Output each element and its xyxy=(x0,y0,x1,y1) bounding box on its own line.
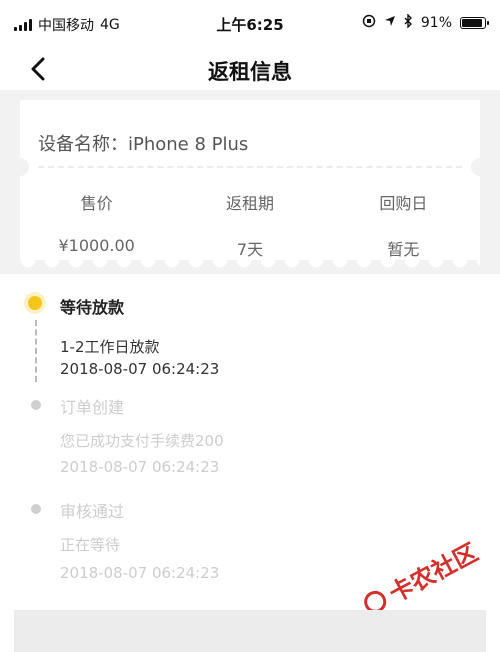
status-bar: 中国移动 4G 上午6:25 91% xyxy=(0,0,500,48)
detail-value: 7天 xyxy=(236,240,264,259)
detail-value: 暂无 xyxy=(387,240,420,259)
battery-percent: 91% xyxy=(420,15,452,31)
detail-buyback-date: 回购日 暂无 xyxy=(327,190,480,260)
detail-value: ¥1000.00 xyxy=(58,236,135,255)
status-right: 91% xyxy=(362,13,489,32)
bluetooth-icon xyxy=(404,13,413,32)
nav-bar: 返租信息 xyxy=(0,48,500,90)
timeline-connector xyxy=(35,320,37,382)
page-title: 返租信息 xyxy=(208,60,292,84)
card-notch-right xyxy=(471,158,489,176)
detail-price: 售价 ¥1000.00 xyxy=(20,190,173,260)
device-card: 设备名称：iPhone 8 Plus 售价 ¥1000.00 返租期 7天 回购… xyxy=(11,100,489,260)
detail-label: 回购日 xyxy=(379,194,428,213)
card-notch-left xyxy=(11,158,29,176)
device-label: 设备名称： xyxy=(38,134,128,155)
battery-icon xyxy=(460,17,489,29)
timeline-title: 审核通过 xyxy=(60,502,125,521)
location-icon xyxy=(384,15,396,31)
card-scallop-edge xyxy=(20,260,480,268)
timeline-desc: 正在等待 xyxy=(60,536,121,554)
device-name: 设备名称：iPhone 8 Plus xyxy=(38,130,248,156)
detail-label: 售价 xyxy=(80,194,113,213)
device-value: iPhone 8 Plus xyxy=(128,134,249,155)
detail-lease-period: 返租期 7天 xyxy=(173,190,326,260)
timeline-dot-active xyxy=(28,296,42,310)
bottom-bar xyxy=(14,610,486,652)
detail-label: 返租期 xyxy=(225,194,274,213)
timeline-dot xyxy=(31,504,41,514)
orientation-lock-icon xyxy=(362,14,376,32)
card-divider xyxy=(38,166,462,168)
timeline-title: 订单创建 xyxy=(60,398,125,417)
timeline-desc: 您已成功支付手续费200 xyxy=(60,432,224,450)
timeline-time: 2018-08-07 06:24:23 xyxy=(60,360,220,378)
timeline-time: 2018-08-07 06:24:23 xyxy=(60,458,220,476)
timeline-dot xyxy=(31,400,41,410)
detail-columns: 售价 ¥1000.00 返租期 7天 回购日 暂无 xyxy=(20,190,480,260)
info-area: 设备名称：iPhone 8 Plus 售价 ¥1000.00 返租期 7天 回购… xyxy=(0,90,500,274)
timeline-title: 等待放款 xyxy=(60,298,125,317)
timeline-desc: 1-2工作日放款 xyxy=(60,338,160,356)
timeline-time: 2018-08-07 06:24:23 xyxy=(60,564,220,582)
